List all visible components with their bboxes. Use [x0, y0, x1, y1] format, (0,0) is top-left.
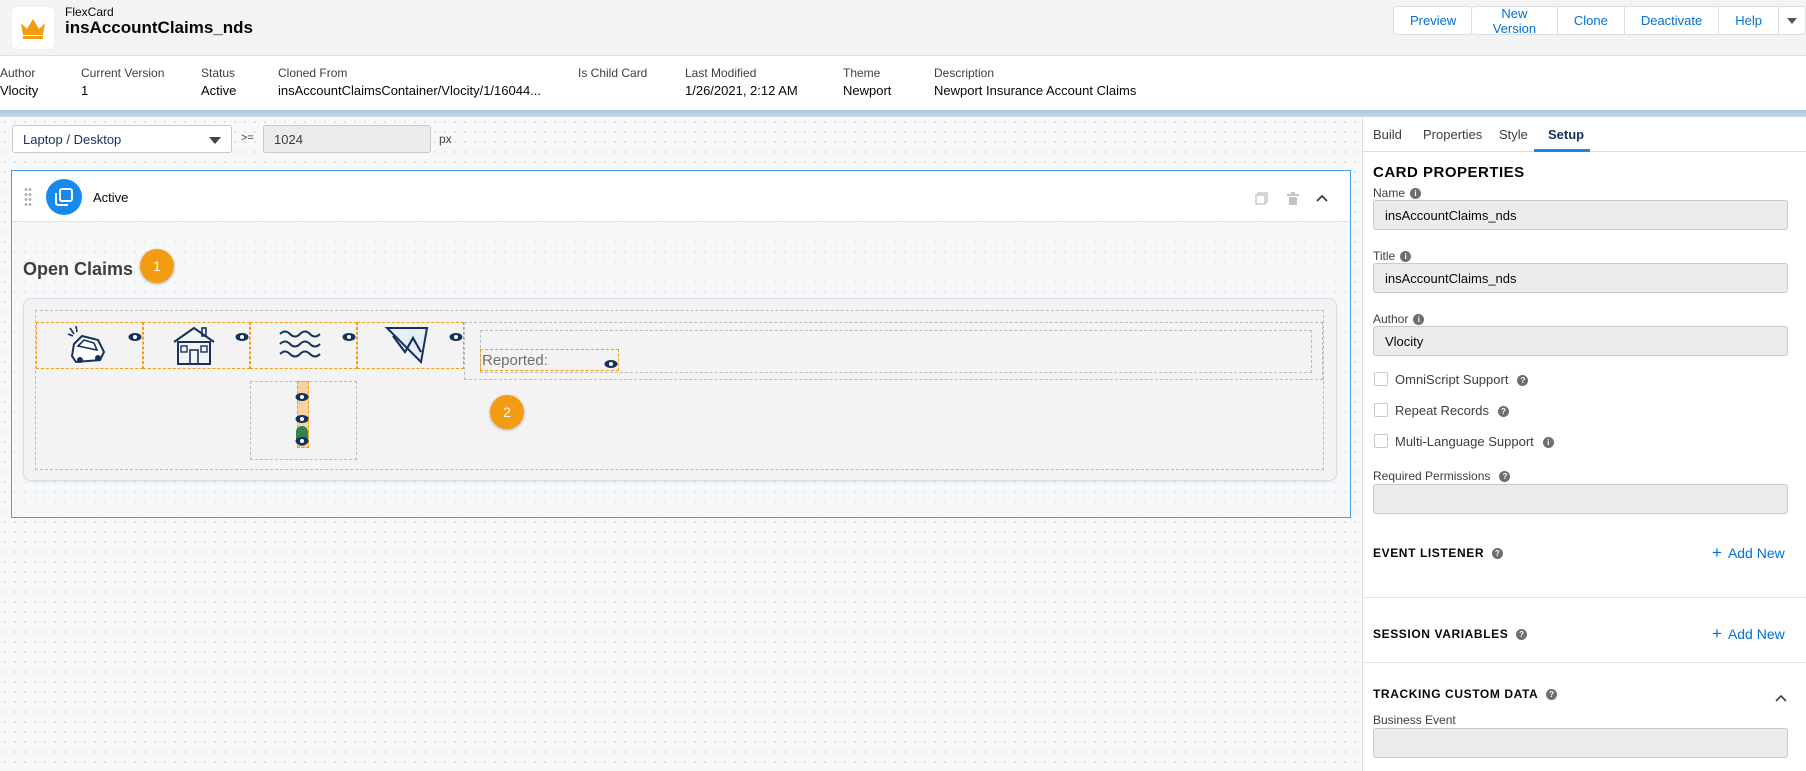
eye-icon[interactable] [449, 329, 463, 341]
action-button-group: New Version Clone Deactivate Help [1471, 6, 1806, 35]
chevron-down-icon [1787, 17, 1797, 24]
help-icon[interactable]: ? [1516, 629, 1528, 641]
title-field[interactable]: insAccountClaims_nds [1373, 263, 1788, 293]
reported-label: Reported: [482, 352, 548, 369]
plus-icon: + [1712, 543, 1722, 562]
card-meta: Author Vlocity Current Version 1 Status Act… [0, 56, 1806, 110]
add-event-listener-button[interactable]: + Add New [1712, 543, 1785, 563]
meta-is-child: Is Child Card [578, 66, 648, 80]
header-divider [0, 110, 1806, 117]
meta-version: Current Version 1 [81, 66, 165, 98]
name-field[interactable]: insAccountClaims_nds [1373, 200, 1788, 230]
map-location-icon [383, 322, 431, 366]
required-permissions-field[interactable] [1373, 484, 1788, 514]
info-icon[interactable]: i [1400, 251, 1412, 263]
repeat-records-checkbox[interactable] [1374, 403, 1388, 417]
tab-properties[interactable]: Properties [1423, 127, 1482, 142]
info-icon[interactable]: i [1410, 188, 1422, 200]
eye-icon[interactable] [295, 433, 309, 445]
app-type-label: FlexCard [65, 5, 114, 19]
meta-cloned-from: Cloned From insAccountClaimsContainer/Vlo… [278, 66, 542, 98]
help-button[interactable]: Help [1719, 7, 1779, 34]
tracking-collapse-chevron-icon[interactable] [1775, 689, 1787, 707]
title-label: Title i [1373, 249, 1412, 263]
width-input[interactable]: 1024 [263, 125, 431, 153]
state-icon [46, 179, 82, 215]
card-title: Open Claims [23, 259, 134, 279]
house-icon [170, 322, 218, 366]
help-icon[interactable]: ? [1492, 548, 1504, 560]
meta-description: Description Newport Insurance Account Cla… [934, 66, 1137, 98]
meta-author: Author Vlocity [0, 66, 39, 98]
help-icon[interactable]: ? [1517, 375, 1529, 387]
delete-state-icon[interactable] [1285, 190, 1301, 206]
flood-waves-icon [276, 322, 324, 366]
section-divider [1362, 662, 1806, 663]
required-permissions-label: Required Permissions? [1373, 469, 1511, 483]
tab-setup[interactable]: Setup [1548, 127, 1584, 142]
event-listener-heading: EVENT LISTENER? [1373, 546, 1504, 560]
crown-icon [12, 7, 54, 49]
business-event-label: Business Event [1373, 713, 1456, 727]
info-icon[interactable]: i [1542, 437, 1554, 449]
dropdown-caret-icon [209, 137, 221, 144]
meta-last-modified: Last Modified 1/26/2021, 2:12 AM [685, 66, 798, 98]
eye-icon[interactable] [295, 389, 309, 401]
add-session-variable-button[interactable]: + Add New [1712, 624, 1785, 644]
author-field[interactable]: Vlocity [1373, 326, 1788, 356]
device-select[interactable]: Laptop / Desktop [12, 125, 232, 153]
help-icon[interactable]: ? [1497, 406, 1509, 418]
collapse-chevron-icon[interactable] [1314, 190, 1330, 206]
new-version-button[interactable]: New Version [1472, 7, 1558, 34]
omniscript-support-checkbox[interactable] [1374, 372, 1388, 386]
device-select-value: Laptop / Desktop [23, 132, 122, 147]
eye-icon[interactable] [604, 356, 618, 368]
multi-language-label: Multi-Language Support i [1395, 434, 1554, 449]
callout-badge-1: 1 [140, 249, 174, 283]
help-icon[interactable]: ? [1499, 471, 1511, 483]
tab-style[interactable]: Style [1499, 127, 1528, 142]
drag-handle-icon[interactable] [24, 187, 32, 207]
state-toolbar [12, 171, 1350, 222]
preview-button[interactable]: Preview [1394, 7, 1473, 34]
card-properties-heading: CARD PROPERTIES [1373, 164, 1525, 181]
eye-icon[interactable] [235, 329, 249, 341]
plus-icon: + [1712, 624, 1722, 643]
author-label: Author i [1373, 312, 1425, 326]
eye-icon[interactable] [128, 329, 142, 341]
eye-icon[interactable] [295, 411, 309, 423]
help-icon[interactable]: ? [1546, 689, 1558, 701]
state-name: Active [93, 190, 129, 205]
tab-build[interactable]: Build [1373, 127, 1402, 142]
repeat-records-label: Repeat Records? [1395, 403, 1509, 418]
meta-status: Status Active [201, 66, 237, 98]
page-title: insAccountClaims_nds [65, 18, 253, 37]
info-icon[interactable]: i [1413, 314, 1425, 326]
car-crash-icon [64, 322, 112, 366]
deactivate-button[interactable]: Deactivate [1624, 7, 1720, 34]
active-tab-indicator [1534, 149, 1590, 152]
width-unit: px [439, 132, 452, 146]
clone-button[interactable]: Clone [1557, 7, 1625, 34]
business-event-field[interactable] [1373, 728, 1788, 758]
eye-icon[interactable] [342, 329, 356, 341]
meta-theme: Theme Newport [843, 66, 892, 98]
copy-state-icon[interactable] [1253, 190, 1269, 206]
multi-language-checkbox[interactable] [1374, 434, 1388, 448]
callout-badge-2: 2 [490, 395, 524, 429]
section-divider [1362, 597, 1806, 598]
preview-button-group: Preview [1393, 6, 1474, 35]
width-comparator: >= [241, 132, 254, 144]
tracking-custom-data-heading: TRACKING CUSTOM DATA? [1373, 687, 1558, 701]
panel-tabs: Build Properties Style Setup [1362, 117, 1806, 152]
omniscript-support-label: OmniScript Support? [1395, 372, 1529, 387]
session-variables-heading: SESSION VARIABLES? [1373, 627, 1528, 641]
more-actions-button[interactable] [1779, 7, 1805, 34]
name-label: Name i [1373, 186, 1422, 200]
